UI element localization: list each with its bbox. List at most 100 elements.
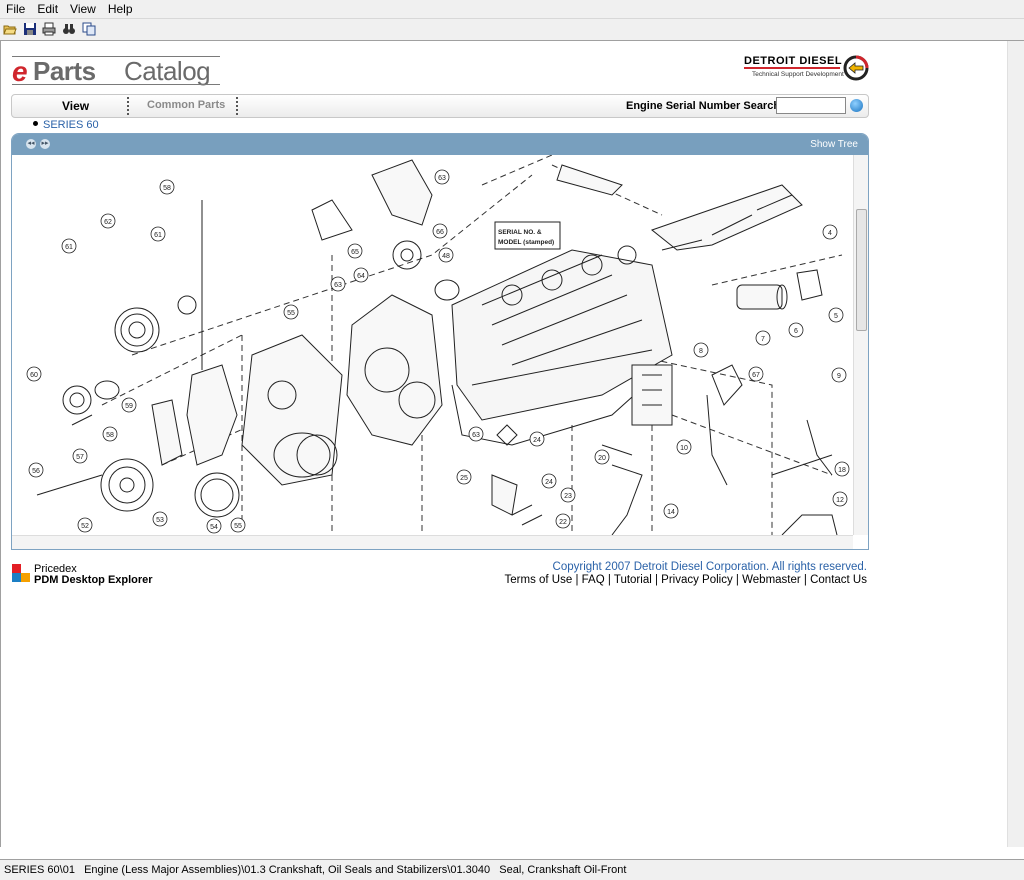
scrollbar-thumb[interactable]: [856, 209, 867, 331]
svg-text:9: 9: [837, 373, 841, 380]
brand-title: DETROIT DIESEL: [744, 55, 843, 67]
save-icon[interactable]: [23, 22, 37, 36]
svg-text:63: 63: [472, 432, 480, 439]
svg-text:10: 10: [680, 445, 688, 452]
callout: 8: [693, 342, 709, 358]
callout: 52: [77, 517, 93, 533]
svg-text:20: 20: [598, 455, 606, 462]
svg-text:58: 58: [106, 432, 114, 439]
open-folder-icon[interactable]: [3, 22, 17, 36]
svg-text:23: 23: [564, 493, 572, 500]
breadcrumb-series-link[interactable]: SERIES 60: [43, 119, 99, 131]
svg-text:66: 66: [436, 229, 444, 236]
callout: 64: [353, 267, 369, 283]
menu-help[interactable]: Help: [102, 0, 139, 16]
link-separator: |: [651, 574, 662, 586]
panel-header: ◂◂ ▸▸ Show Tree: [12, 134, 868, 155]
search-go-icon[interactable]: [850, 99, 863, 112]
svg-text:5: 5: [834, 313, 838, 320]
nav-common-parts-tab[interactable]: Common Parts: [147, 99, 225, 111]
nav-view-tab[interactable]: View: [62, 99, 89, 113]
svg-text:24: 24: [533, 437, 541, 444]
callout: 12: [832, 491, 848, 507]
svg-text:57: 57: [76, 454, 84, 461]
bullet-icon: [33, 121, 38, 126]
svg-text:6: 6: [794, 328, 798, 335]
callout: 58: [159, 179, 175, 195]
callout: 4: [822, 224, 838, 240]
diagram-horizontal-scrollbar[interactable]: [12, 535, 853, 549]
link-separator: |: [800, 574, 811, 586]
rewind-icon[interactable]: ◂◂: [26, 139, 36, 149]
callout: 10: [676, 439, 692, 455]
callout: 59: [121, 397, 137, 413]
fast-forward-icon[interactable]: ▸▸: [40, 139, 50, 149]
menu-file[interactable]: File: [0, 0, 31, 16]
serial-label-line2: MODEL (stamped): [498, 239, 554, 246]
menu-bar: File Edit View Help: [0, 0, 1024, 19]
copy-icon[interactable]: [82, 22, 96, 36]
nav-separator: [127, 97, 131, 115]
callout: 23: [560, 487, 576, 503]
callout: 58: [102, 426, 118, 442]
logo-rule-bottom: [12, 84, 220, 85]
callout: 48: [438, 247, 454, 263]
svg-text:22: 22: [559, 519, 567, 526]
svg-text:14: 14: [667, 509, 675, 516]
detroit-diesel-logo-icon: [843, 55, 869, 81]
svg-text:55: 55: [234, 523, 242, 530]
callout: 7: [755, 330, 771, 346]
copyright-text: Copyright 2007 Detroit Diesel Corporatio…: [552, 561, 867, 573]
callout: 54: [206, 518, 222, 534]
callout: 56: [28, 462, 44, 478]
toolbar: [0, 19, 1024, 41]
svg-text:65: 65: [351, 249, 359, 256]
svg-text:61: 61: [65, 244, 73, 251]
svg-text:24: 24: [545, 479, 553, 486]
menu-view[interactable]: View: [64, 0, 102, 16]
callout: 24: [541, 473, 557, 489]
contact-link[interactable]: Contact Us: [810, 574, 867, 586]
tutorial-link[interactable]: Tutorial: [614, 574, 652, 586]
callout: 22: [555, 513, 571, 529]
status-bar: SERIES 60\01 Engine (Less Major Assembli…: [0, 859, 1024, 880]
breadcrumb: SERIES 60: [33, 119, 99, 131]
svg-text:7: 7: [761, 336, 765, 343]
faq-link[interactable]: FAQ: [582, 574, 605, 586]
footer-links: Terms of Use | FAQ | Tutorial | Privacy …: [505, 574, 867, 586]
terms-link[interactable]: Terms of Use: [505, 574, 573, 586]
logo-catalog-text: Catalog: [124, 56, 211, 86]
webmaster-link[interactable]: Webmaster: [742, 574, 801, 586]
svg-text:12: 12: [836, 497, 844, 504]
link-separator: |: [604, 574, 614, 586]
window-scrollbar[interactable]: [1007, 41, 1024, 847]
svg-text:55: 55: [287, 310, 295, 317]
print-icon[interactable]: [42, 22, 56, 36]
status-path: SERIES 60\01 Engine (Less Major Assembli…: [4, 864, 627, 876]
callout: 5: [828, 307, 844, 323]
serial-search-input[interactable]: [776, 97, 846, 114]
callout: 9: [831, 367, 847, 383]
svg-text:60: 60: [30, 372, 38, 379]
show-tree-link[interactable]: Show Tree: [810, 139, 858, 150]
diagram-panel: ◂◂ ▸▸ Show Tree SERIAL NO. & MODEL (stam…: [11, 133, 869, 550]
callout: 63: [468, 426, 484, 442]
svg-text:63: 63: [334, 282, 342, 289]
svg-text:25: 25: [460, 475, 468, 482]
svg-text:59: 59: [125, 403, 133, 410]
svg-text:58: 58: [163, 185, 171, 192]
callout: 14: [663, 503, 679, 519]
exploded-parts-diagram[interactable]: SERIAL NO. & MODEL (stamped) 58 62 61 61…: [12, 155, 853, 535]
find-icon[interactable]: [62, 22, 76, 36]
svg-text:8: 8: [699, 348, 703, 355]
svg-text:18: 18: [838, 467, 846, 474]
link-separator: |: [572, 574, 582, 586]
svg-text:64: 64: [357, 273, 365, 280]
privacy-link[interactable]: Privacy Policy: [661, 574, 733, 586]
svg-text:48: 48: [442, 253, 450, 260]
nav-separator: [236, 97, 240, 115]
menu-edit[interactable]: Edit: [31, 0, 64, 16]
svg-text:53: 53: [156, 517, 164, 524]
diagram-vertical-scrollbar[interactable]: [853, 155, 868, 535]
callout: 63: [330, 276, 346, 292]
